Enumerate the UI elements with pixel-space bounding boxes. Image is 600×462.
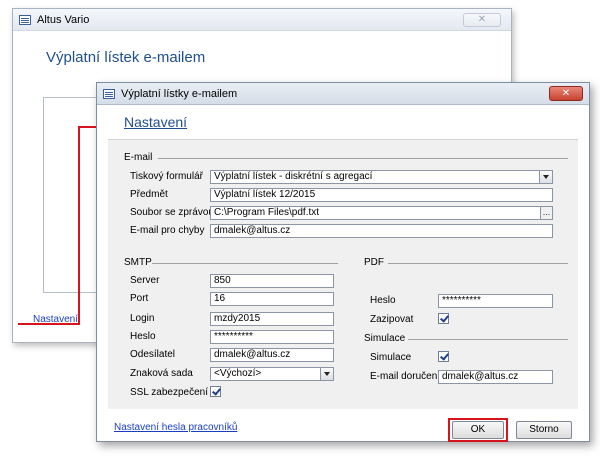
ssl-label: SSL zabezpečení [130, 387, 209, 398]
form-select[interactable]: Výplatní lístek - diskrétní s agregací [210, 170, 553, 184]
settings-panel: E-mail Tiskový formulář Výplatní lístek … [108, 139, 578, 409]
pdf-section-title: PDF [364, 257, 384, 268]
email-section-title: E-mail [124, 152, 153, 163]
ok-button[interactable]: OK [452, 421, 504, 439]
smtp-password-input[interactable]: ********** [210, 330, 334, 344]
pdf-section-separator [388, 263, 568, 264]
smtp-section-separator [152, 263, 338, 264]
dialog-body: Nastavení E-mail Tiskový formulář Výplat… [98, 106, 588, 442]
dialog-form-icon [103, 88, 115, 99]
delivery-email-input[interactable]: dmalek@altus.cz [438, 370, 553, 384]
message-file-input[interactable]: C:\Program Files\pdf.txt ... [210, 206, 553, 220]
error-email-input[interactable]: dmalek@altus.cz [210, 224, 553, 238]
highlight-connector-vertical [78, 126, 80, 325]
background-window-titlebar[interactable]: Altus Vario [13, 9, 511, 31]
sender-input[interactable]: dmalek@altus.cz [210, 348, 334, 362]
port-label: Port [130, 293, 149, 304]
zip-checkbox[interactable] [438, 313, 449, 324]
chevron-down-icon[interactable] [539, 171, 552, 183]
settings-dialog: Výplatní lístky e-mailem ✕ Nastavení E-m… [96, 82, 590, 442]
cancel-button[interactable]: Storno [516, 421, 572, 439]
background-window-title: Altus Vario [37, 13, 90, 26]
simulation-label: Simulace [370, 352, 412, 363]
simulation-section-separator [408, 339, 568, 340]
pdf-password-label: Heslo [370, 295, 396, 306]
port-input[interactable]: 16 [210, 292, 334, 306]
message-file-label: Soubor se zprávou [130, 207, 214, 218]
smtp-section-title: SMTP [124, 257, 152, 268]
charset-label: Znaková sada [130, 368, 193, 379]
chevron-down-icon[interactable] [320, 368, 333, 380]
zip-label: Zazipovat [370, 314, 414, 325]
dialog-titlebar[interactable]: Výplatní lístky e-mailem [97, 83, 589, 105]
login-input[interactable]: mzdy2015 [210, 312, 334, 326]
smtp-password-label: Heslo [130, 331, 156, 342]
simulation-checkbox[interactable] [438, 351, 449, 362]
server-label: Server [130, 275, 160, 286]
sender-label: Odesílatel [130, 349, 176, 360]
email-section-separator [158, 158, 568, 159]
dialog-heading: Nastavení [124, 114, 188, 130]
pdf-password-input[interactable]: ********** [438, 294, 553, 308]
form-select-value: Výplatní lístek - diskrétní s agregací [214, 171, 373, 182]
highlight-underline-left [18, 323, 80, 325]
dialog-close-icon[interactable]: ✕ [549, 86, 583, 101]
dialog-title: Výplatní lístky e-mailem [121, 87, 238, 100]
subject-input[interactable]: Výplatní lístek 12/2015 [210, 188, 553, 202]
subject-label: Předmět [130, 189, 168, 200]
delivery-email-label: E-mail doručení [370, 371, 441, 382]
message-file-value: C:\Program Files\pdf.txt [214, 207, 320, 218]
browse-button[interactable]: ... [540, 207, 552, 219]
ssl-checkbox[interactable] [210, 386, 221, 397]
server-input[interactable]: 850 [210, 274, 334, 288]
form-label: Tiskový formulář [130, 171, 203, 182]
app-form-icon [19, 14, 31, 25]
login-label: Login [130, 313, 155, 324]
background-close-icon[interactable]: ✕ [463, 13, 501, 27]
simulation-section-title: Simulace [364, 333, 406, 344]
background-heading: Výplatní lístek e-mailem [46, 49, 206, 66]
charset-select[interactable]: <Výchozí> [210, 367, 334, 381]
error-email-label: E-mail pro chyby [130, 225, 205, 236]
worker-password-link[interactable]: Nastavení hesla pracovníků [114, 422, 237, 433]
charset-select-value: <Výchozí> [214, 368, 262, 379]
